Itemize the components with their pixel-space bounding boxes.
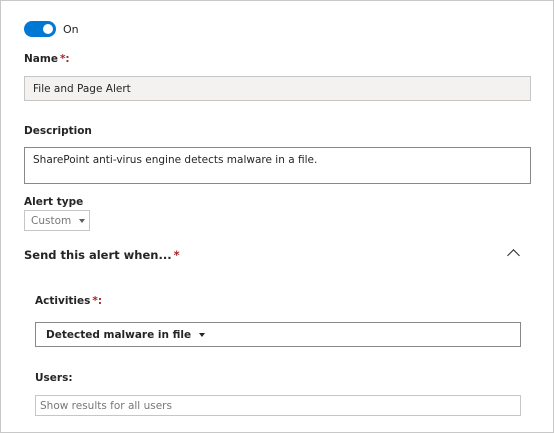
- description-field[interactable]: SharePoint anti-virus engine detects mal…: [24, 147, 531, 184]
- activities-label-text: Activities: [35, 295, 91, 307]
- alert-type-label: Alert type: [24, 196, 83, 208]
- toggle-state-label: On: [63, 22, 79, 36]
- caret-down-icon: [79, 218, 86, 223]
- alert-type-dropdown[interactable]: Custom: [24, 210, 90, 231]
- alert-on-toggle[interactable]: [24, 21, 56, 37]
- users-label: Users:: [35, 372, 73, 384]
- description-field-value: SharePoint anti-virus engine detects mal…: [33, 154, 318, 166]
- activities-dropdown[interactable]: Detected malware in file: [35, 322, 521, 347]
- activities-required-mark: *:: [92, 295, 103, 307]
- alert-settings-panel: On Name *: File and Page Alert Descriptio…: [0, 0, 554, 433]
- name-label-text: Name: [24, 53, 58, 65]
- users-placeholder: Show results for all users: [40, 399, 172, 412]
- description-label-text: Description: [24, 125, 92, 137]
- description-label: Description: [24, 125, 92, 137]
- section-title-text: Send this alert when...: [24, 248, 172, 262]
- activities-label: Activities *:: [35, 295, 102, 307]
- toggle-knob: [43, 24, 53, 34]
- alert-type-label-text: Alert type: [24, 196, 84, 208]
- alert-type-selected: Custom: [31, 214, 72, 227]
- name-field-value: File and Page Alert: [33, 82, 131, 95]
- name-field[interactable]: File and Page Alert: [24, 76, 531, 101]
- alert-toggle-row: On: [24, 21, 79, 37]
- section-required-mark: *: [173, 248, 180, 262]
- users-label-text: Users:: [35, 372, 73, 384]
- send-alert-section-title[interactable]: Send this alert when... *: [24, 248, 180, 262]
- caret-down-icon: [199, 332, 206, 337]
- activities-selected: Detected malware in file: [46, 328, 192, 341]
- name-required-mark: *:: [59, 53, 70, 65]
- chevron-up-icon[interactable]: [507, 249, 520, 262]
- name-label: Name *:: [24, 53, 70, 65]
- users-input[interactable]: Show results for all users: [35, 395, 521, 416]
